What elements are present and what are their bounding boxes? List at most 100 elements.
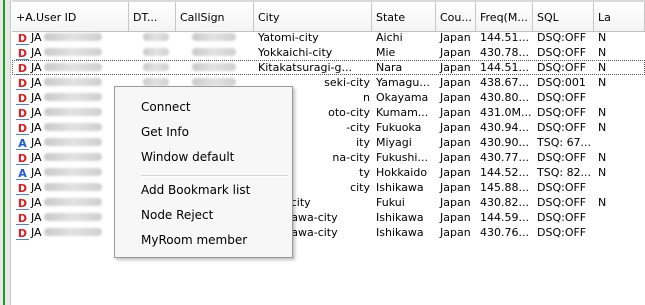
cell-user-id: D JA — [12, 60, 129, 75]
cell-country: Japan — [440, 61, 471, 74]
cell-freq: 430.78... — [480, 46, 529, 59]
table-row[interactable]: D JA Yokkaichi-city Mie Japan 430.78... DSQ:OF… — [12, 45, 645, 60]
cell-sql: DSQ:OFF — [537, 121, 587, 134]
cell-country: Japan — [440, 46, 471, 59]
user-id-text: JA — [31, 181, 42, 194]
table-row[interactable]: A JA ty Hokkaido Japan 144.52... TSQ: 82... N — [12, 165, 645, 180]
cell-user-id: D JA — [12, 210, 129, 225]
cell-last: N — [598, 166, 607, 179]
cell-user-id: D JA — [12, 180, 129, 195]
user-id-text: JA — [31, 151, 42, 164]
cell-last — [594, 210, 645, 225]
cell-user-id: D JA — [12, 225, 129, 240]
redacted-blur — [43, 63, 102, 71]
menu-item-get-info[interactable]: Get Info — [115, 121, 292, 143]
menu-item-connect[interactable]: Connect — [115, 96, 292, 118]
column-header-country[interactable]: Cou... — [436, 2, 476, 31]
cell-sql: DSQ:OFF — [537, 61, 587, 74]
cell-country: Japan — [440, 166, 471, 179]
user-id-text: JA — [31, 46, 42, 59]
table-row[interactable]: D JA Kanazawa-city Ishikawa Japan 144.59... DS… — [12, 210, 645, 225]
analog-node-icon: A — [16, 168, 29, 180]
column-header-callsign[interactable]: CallSign — [176, 2, 254, 31]
table-row[interactable]: D JA seki-city Yamagu... Japan 438.67... DSQ:0… — [12, 75, 645, 90]
table-row[interactable]: D JA city Ishikawa Japan 145.88... DSQ:OFF — [12, 180, 645, 195]
left-gutter — [0, 0, 11, 305]
cell-freq: 145.88... — [480, 181, 529, 194]
table-row[interactable]: D JA n Okayama Japan 430.80... DSQ:OFF — [12, 90, 645, 105]
cell-state: Ishikawa — [376, 181, 424, 194]
dstar-node-icon: D — [16, 152, 29, 165]
redacted-blur — [43, 213, 102, 221]
table-row[interactable]: D JA Yatomi-city Aichi Japan 144.51... DSQ:OFF… — [12, 30, 645, 45]
cell-user-id: D JA — [12, 105, 129, 120]
menu-item-window-default[interactable]: Window default — [115, 146, 292, 168]
cell-last: N — [598, 46, 607, 59]
redacted-blur — [192, 48, 236, 56]
cell-state: Fukuoka — [376, 121, 422, 134]
cell-country: Japan — [440, 121, 471, 134]
redacted-blur — [143, 33, 169, 41]
cell-user-id: D JA — [12, 75, 129, 90]
cell-state: Ishikawa — [376, 211, 424, 224]
cell-freq: 430.90... — [480, 136, 529, 149]
cell-sql: DSQ:OFF — [537, 106, 587, 119]
table-row[interactable]: D JA -city Fukuoka Japan 430.94... DSQ:OFF N — [12, 120, 645, 135]
cell-last: N — [598, 61, 607, 74]
redacted-blur — [192, 33, 236, 41]
cell-state: Aichi — [376, 31, 403, 44]
redacted-blur — [192, 78, 236, 86]
table-row[interactable]: A JA ity Miyagi Japan 430.90... TSQ: 67... — [12, 135, 645, 150]
table-row[interactable]: D JA Kanazawa-city Ishikawa Japan 430.76... DS… — [12, 225, 645, 240]
menu-item-node-reject[interactable]: Node Reject — [115, 204, 292, 226]
table-row[interactable]: D JA na-city Fukushi... Japan 430.77... DSQ:OF… — [12, 150, 645, 165]
dstar-node-icon: D — [16, 212, 29, 225]
column-header-user-id[interactable]: +A.User ID — [12, 2, 129, 31]
cell-sql: TSQ: 82... — [537, 166, 592, 179]
node-list-table: +A.User ID DT... CallSign City State Cou… — [12, 0, 645, 305]
cell-freq: 430.82... — [480, 196, 529, 209]
user-id-text: JA — [31, 31, 42, 44]
cell-last: N — [598, 76, 607, 89]
table-row[interactable]: DJAFukui-cityFukuiJapan430.82...DSQ:OFFN — [12, 195, 645, 210]
cell-state: Okayama — [376, 91, 429, 104]
context-menu: Connect Get Info Window default Add Book… — [114, 86, 293, 258]
cell-freq: 430.94... — [480, 121, 529, 134]
active-indicator — [3, 0, 5, 305]
column-header-freq[interactable]: Freq(M... — [476, 2, 533, 31]
table-row[interactable]: D JA oto-city Kumam... Japan 431.0M... DSQ:OFF… — [12, 105, 645, 120]
cell-user-id: A JA — [12, 165, 129, 180]
cell-city: Kitakatsuragi-g... — [258, 61, 352, 74]
cell-state: Hokkaido — [376, 166, 428, 179]
redacted-blur — [43, 228, 102, 236]
cell-state: Nara — [376, 61, 403, 74]
column-header-dt[interactable]: DT... — [129, 2, 176, 31]
cell-last: N — [598, 196, 607, 209]
dstar-node-icon: D — [16, 107, 29, 120]
user-id-text: JA — [31, 196, 42, 209]
menu-item-myroom-member[interactable]: MyRoom member — [115, 229, 292, 251]
redacted-blur — [43, 78, 102, 86]
table-row[interactable]: D JA Kitakatsuragi-g... Nara Japan 144.51... D… — [12, 60, 645, 75]
cell-dt — [129, 60, 176, 75]
cell-country: Japan — [440, 31, 471, 44]
cell-state: Fukui — [376, 196, 405, 209]
cell-user-id: D JA — [12, 150, 129, 165]
column-header-city[interactable]: City — [254, 2, 372, 31]
cell-sql: DSQ:OFF — [537, 91, 587, 104]
dstar-node-icon: D — [16, 122, 29, 135]
cell-user-id: D JA — [12, 45, 129, 60]
cell-country: Japan — [440, 91, 471, 104]
cell-last: N — [598, 121, 607, 134]
column-header-state[interactable]: State — [372, 2, 436, 31]
cell-sql: DSQ:OFF — [537, 31, 587, 44]
cell-dt — [129, 30, 176, 45]
column-header-sql[interactable]: SQL — [533, 2, 594, 31]
cell-country: Japan — [440, 136, 471, 149]
dstar-node-icon: D — [16, 32, 29, 45]
cell-state: Miyagi — [376, 136, 412, 149]
column-header-last[interactable]: La — [594, 2, 645, 31]
menu-item-add-bookmark[interactable]: Add Bookmark list — [115, 179, 292, 201]
cell-last: N — [598, 151, 607, 164]
cell-country: Japan — [440, 226, 471, 239]
